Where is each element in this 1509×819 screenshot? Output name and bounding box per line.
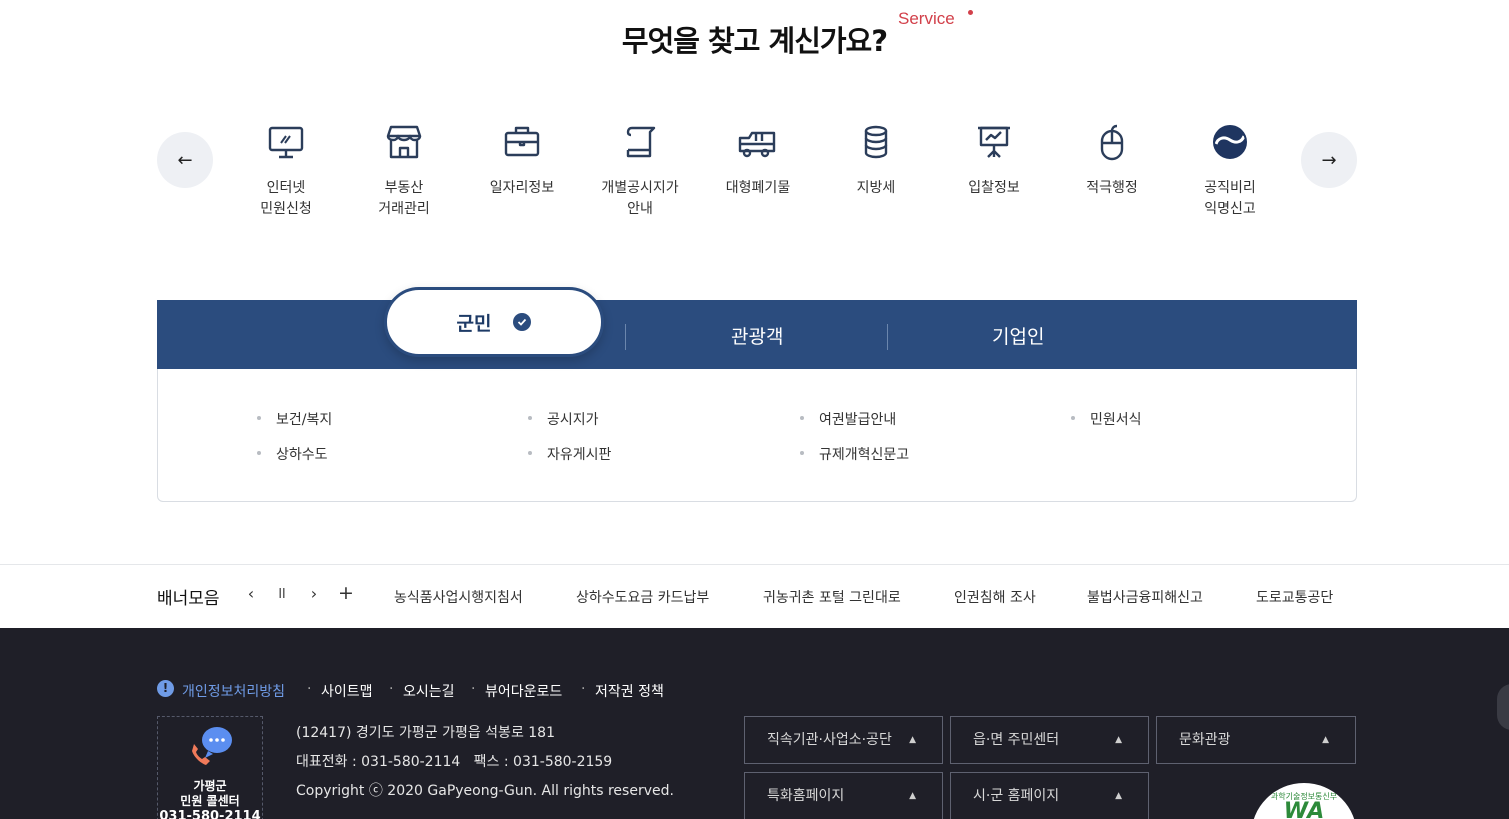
link-civil-forms[interactable]: 민원서식 <box>1071 409 1142 429</box>
tab-residents-label: 군민 <box>456 312 492 335</box>
tab-divider <box>887 324 888 350</box>
info-icon: ! <box>157 680 174 697</box>
service-item-label: 개별공시지가 안내 <box>601 180 679 217</box>
select-special-homepages[interactable]: 특화홈페이지 ▲ <box>744 772 943 819</box>
store-icon <box>382 120 426 164</box>
service-item-label: 적극행정 <box>1086 180 1138 196</box>
carousel-next-button[interactable]: → <box>1301 132 1357 188</box>
truck-icon <box>736 120 780 164</box>
call-center-box[interactable]: 가평군 민원 콜센터 031-580-2114 <box>157 716 263 819</box>
footer-link-separator: · <box>581 681 586 697</box>
tab-business[interactable]: 기업인 <box>992 322 1044 349</box>
link-passport[interactable]: 여권발급안내 <box>800 409 896 429</box>
tab-divider <box>625 324 626 350</box>
banner-item[interactable]: 귀농귀촌 포털 그린대로 <box>763 587 910 607</box>
footer-copyright: Copyright ⓒ 2020 GaPyeong-Gun. All right… <box>296 783 674 799</box>
select-city-county-homepages[interactable]: 시·군 홈페이지 ▲ <box>950 772 1149 819</box>
service-item-label: 대형폐기물 <box>725 180 791 196</box>
service-item-internet-civil[interactable]: 인터넷 민원신청 <box>227 120 345 220</box>
link-regulation-reform[interactable]: 규제개혁신문고 <box>800 444 909 464</box>
footer-link-privacy[interactable]: 개인정보처리방침 <box>182 681 285 701</box>
service-item-label: 일자리정보 <box>489 180 555 196</box>
call-center-phone: 031-580-2114 <box>159 809 261 819</box>
carousel-prev-button[interactable]: ← <box>157 132 213 188</box>
footer-address: (12417) 경기도 가평군 가평읍 석봉로 181 <box>296 725 555 741</box>
footer-link-viewer-download[interactable]: 뷰어다운로드 <box>485 681 562 701</box>
banner-title: 배너모음 <box>157 589 220 609</box>
banner-more-button[interactable]: + <box>336 582 356 604</box>
service-item-local-tax[interactable]: 지방세 <box>817 120 935 199</box>
select-label: 문화관광 <box>1179 732 1231 748</box>
tab-tourists[interactable]: 관광객 <box>731 322 783 349</box>
service-item-label: 지방세 <box>856 180 896 196</box>
banner-item[interactable]: 농식품사업시행지침서 <box>394 587 532 607</box>
call-center-name: 가평군 민원 콜센터 <box>180 779 240 808</box>
service-item-jobs[interactable]: 일자리정보 <box>463 120 581 199</box>
service-item-bidding[interactable]: 입찰정보 <box>935 120 1053 199</box>
select-label: 직속기관·사업소·공단 <box>767 732 892 748</box>
page-title: 무엇을 찾고 계신가요? <box>621 24 888 58</box>
service-section-title: 무엇을 찾고 계신가요? <box>0 18 1509 60</box>
briefcase-icon <box>500 120 544 164</box>
caret-up-icon: ▲ <box>1322 735 1329 745</box>
tab-panel <box>157 369 1357 502</box>
service-dot <box>968 10 973 15</box>
banner-item[interactable]: 도로교통공단 <box>1256 587 1340 607</box>
footer-link-separator: · <box>471 681 476 697</box>
side-scroll-handle[interactable] <box>1497 684 1509 730</box>
banner-item[interactable]: 상하수도요금 카드납부 <box>576 587 719 607</box>
select-label: 특화홈페이지 <box>767 788 845 804</box>
taegeuk-icon <box>1208 120 1252 164</box>
document-scroll-icon <box>618 120 662 164</box>
caret-up-icon: ▲ <box>1115 791 1122 801</box>
footer-link-separator: · <box>307 681 312 697</box>
service-item-label: 입찰정보 <box>968 180 1020 196</box>
monitor-icon <box>264 120 308 164</box>
select-affiliated-agencies[interactable]: 직속기관·사업소·공단 ▲ <box>744 716 943 764</box>
footer-link-sitemap[interactable]: 사이트맵 <box>321 681 373 701</box>
select-community-centers[interactable]: 읍·면 주민센터 ▲ <box>950 716 1149 764</box>
service-item-label: 부동산 거래관리 <box>378 180 430 217</box>
footer-contact: 대표전화 : 031-580-2114 팩스 : 031-580-2159 <box>296 754 613 770</box>
banner-item[interactable]: 불법사금융피해신고 <box>1087 587 1212 607</box>
service-item-bulk-waste[interactable]: 대형폐기물 <box>699 120 817 199</box>
banner-divider <box>0 564 1509 565</box>
link-land-price[interactable]: 공시지가 <box>528 409 599 429</box>
service-tag: Service <box>898 9 955 28</box>
select-label: 읍·면 주민센터 <box>973 732 1060 748</box>
service-item-corruption-report[interactable]: 공직비리 익명신고 <box>1171 120 1289 220</box>
service-item-label: 공직비리 익명신고 <box>1204 180 1256 217</box>
wa-mark-logo: WA <box>1283 799 1325 819</box>
service-item-real-estate[interactable]: 부동산 거래관리 <box>345 120 463 220</box>
call-center-icon <box>192 727 232 765</box>
coin-stack-icon <box>854 120 898 164</box>
mouse-icon <box>1090 120 1134 164</box>
link-water-sewage[interactable]: 상하수도 <box>257 444 328 464</box>
footer-link-directions[interactable]: 오시는길 <box>403 681 455 701</box>
link-health-welfare[interactable]: 보건/복지 <box>257 409 332 429</box>
banner-item[interactable]: 인권침해 조사 <box>954 587 1043 607</box>
service-item-land-price[interactable]: 개별공시지가 안내 <box>581 120 699 220</box>
caret-up-icon: ▲ <box>909 791 916 801</box>
caret-up-icon: ▲ <box>909 735 916 745</box>
banner-pause-button[interactable]: ll <box>272 587 292 602</box>
caret-up-icon: ▲ <box>1115 735 1122 745</box>
footer-link-separator: · <box>389 681 394 697</box>
banner-prev-button[interactable]: ‹ <box>241 584 261 603</box>
service-item-label: 인터넷 민원신청 <box>260 180 312 217</box>
banner-next-button[interactable]: › <box>304 584 324 603</box>
select-label: 시·군 홈페이지 <box>973 788 1060 804</box>
check-circle-icon <box>513 313 532 331</box>
link-free-board[interactable]: 자유게시판 <box>528 444 611 464</box>
presentation-board-icon <box>972 120 1016 164</box>
select-culture-tourism[interactable]: 문화관광 ▲ <box>1156 716 1356 764</box>
service-item-active-admin[interactable]: 적극행정 <box>1053 120 1171 199</box>
footer-link-copyright-policy[interactable]: 저작권 정책 <box>595 681 664 701</box>
tab-residents[interactable]: 군민 <box>384 287 604 357</box>
